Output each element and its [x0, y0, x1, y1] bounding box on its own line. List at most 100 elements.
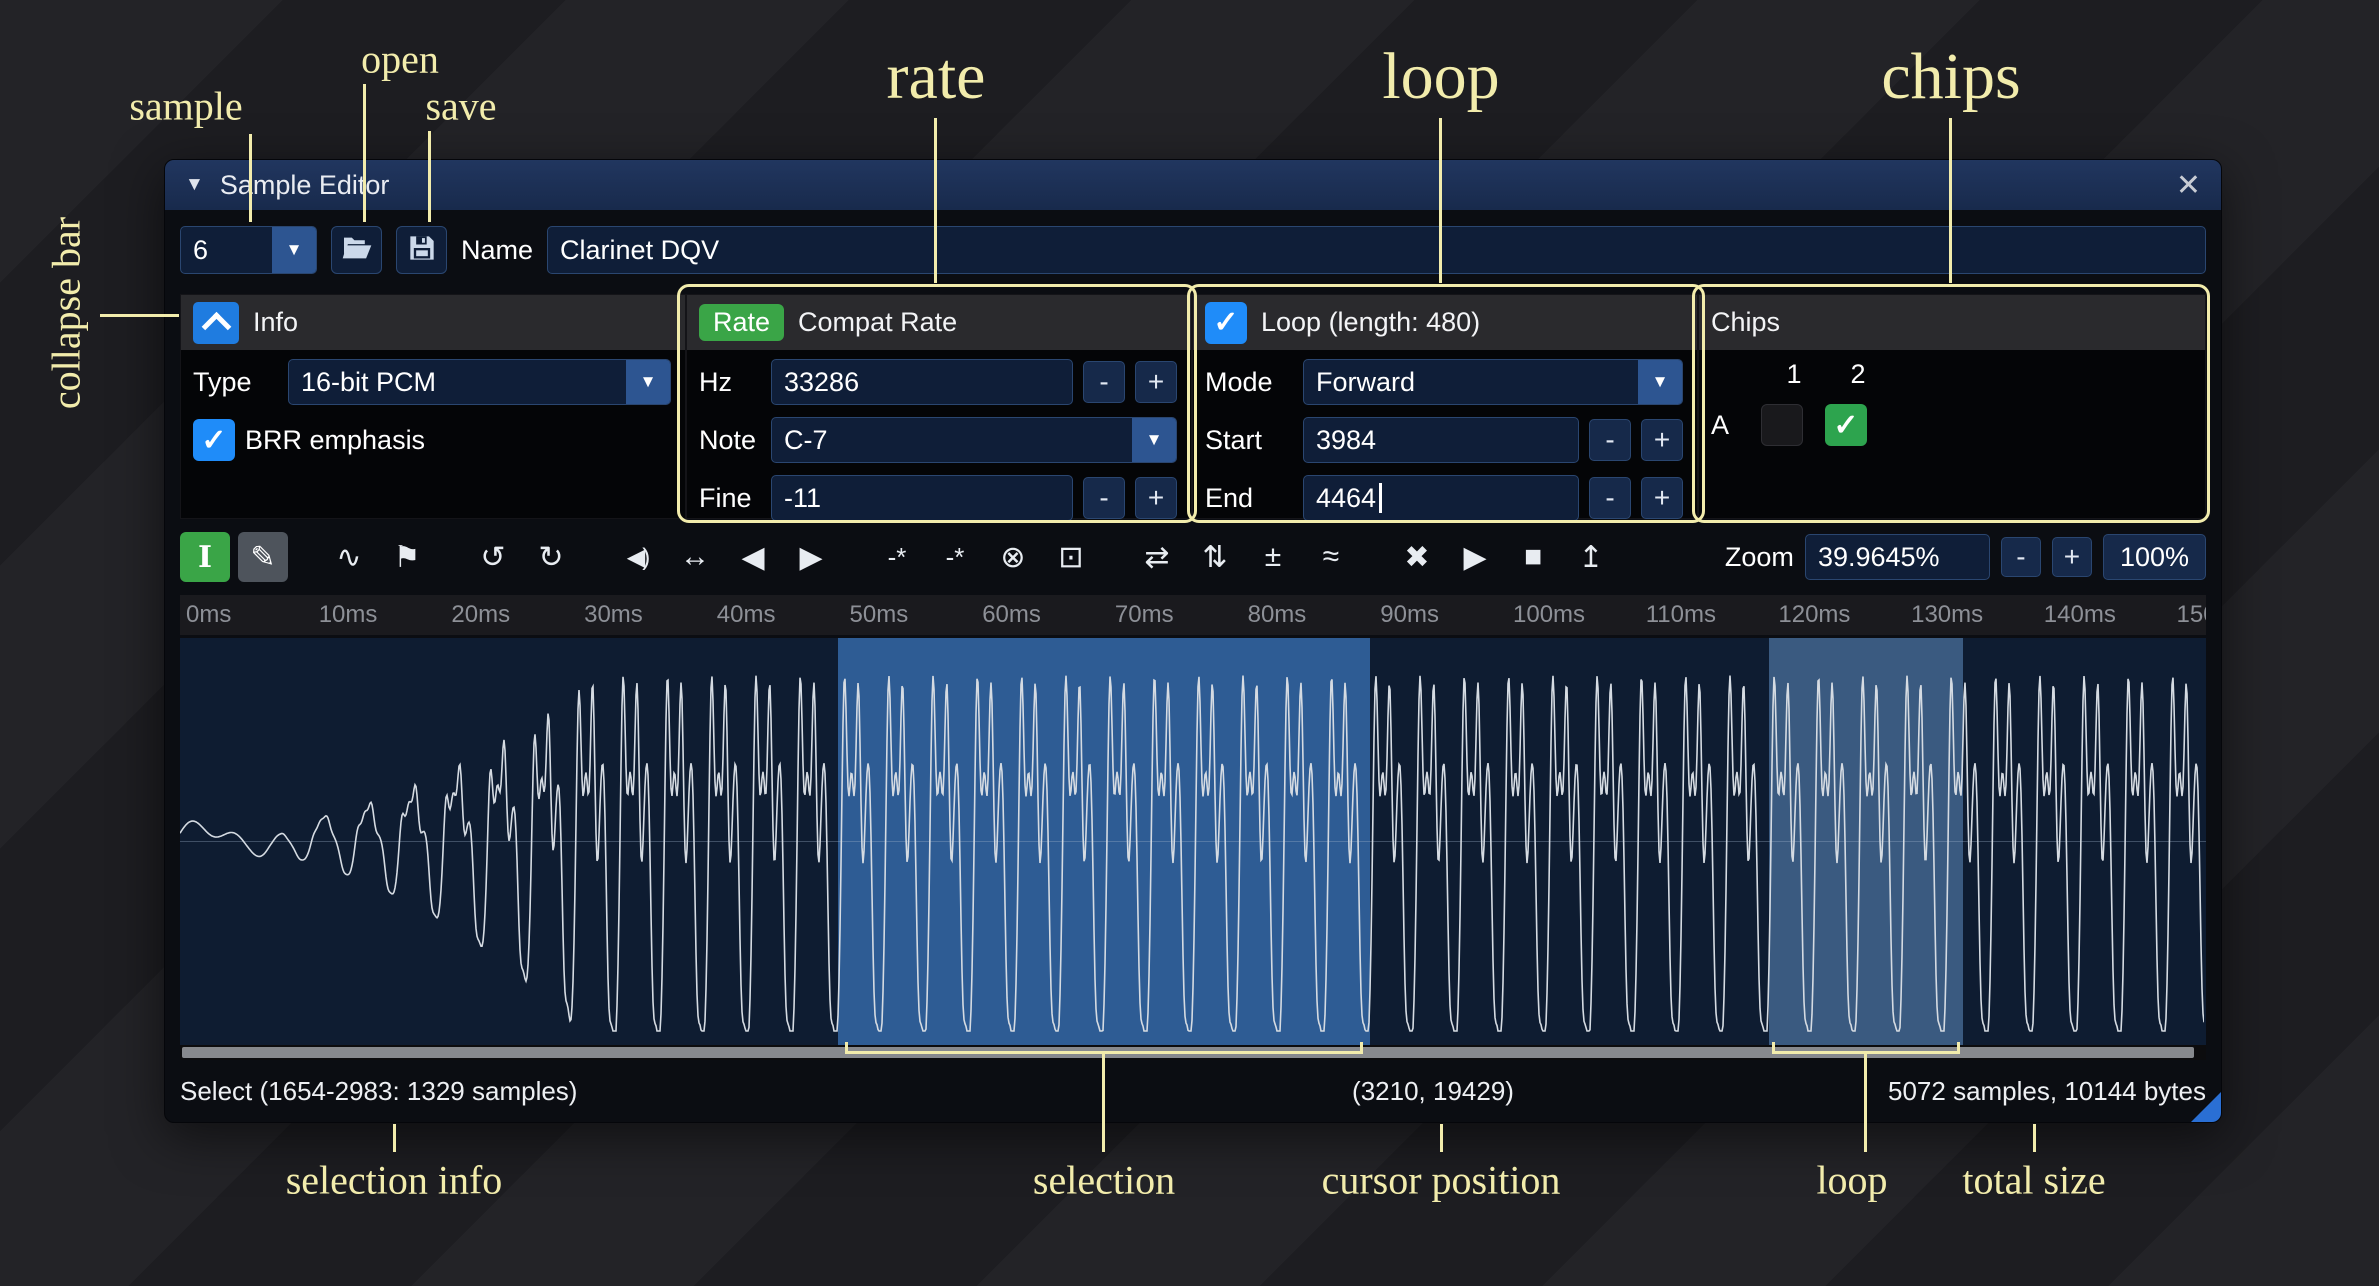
- crossfade-button[interactable]: ✖: [1392, 532, 1442, 582]
- sign-button[interactable]: ±: [1248, 532, 1298, 582]
- filter-button[interactable]: ≈: [1306, 532, 1356, 582]
- ruler-label: 40ms: [717, 601, 776, 629]
- annotation-open: open: [361, 36, 439, 83]
- sample-number-value: 6: [181, 235, 272, 266]
- titlebar[interactable]: ▼ Sample Editor ✕: [165, 160, 2221, 210]
- window-title: Sample Editor: [220, 170, 390, 201]
- resample-flag-icon: ⚑: [394, 540, 421, 575]
- fine-plus-button[interactable]: +: [1135, 477, 1177, 519]
- crossfade-icon: ✖: [1404, 540, 1429, 575]
- chip-a2-checkbox[interactable]: ✓: [1825, 404, 1867, 446]
- plus-minus-icon: ±: [1265, 540, 1281, 574]
- stop-button[interactable]: ■: [1508, 532, 1558, 582]
- selection-info-text: Select (1654-2983: 1329 samples): [180, 1076, 577, 1107]
- fade-in-button[interactable]: ◀: [728, 532, 778, 582]
- annotation-save: save: [425, 83, 496, 130]
- chevron-down-icon[interactable]: ▼: [626, 360, 670, 404]
- type-label: Type: [193, 367, 278, 398]
- loop-start-plus-button[interactable]: +: [1641, 419, 1683, 461]
- hz-minus-button[interactable]: -: [1083, 361, 1125, 403]
- brr-emphasis-checkbox[interactable]: ✓: [193, 419, 235, 461]
- delete-button[interactable]: ⊗: [988, 532, 1038, 582]
- loop-start-minus-button[interactable]: -: [1589, 419, 1631, 461]
- ruler-label: 120ms: [1778, 601, 1850, 629]
- normalize-button[interactable]: ↔: [670, 532, 720, 582]
- ruler-label: 110ms: [1646, 601, 1716, 629]
- fine-minus-button[interactable]: -: [1083, 477, 1125, 519]
- name-label: Name: [461, 235, 533, 266]
- amplify-button[interactable]: ◀): [612, 532, 662, 582]
- close-icon[interactable]: ✕: [2176, 168, 2201, 203]
- zoom-minus-button[interactable]: -: [2001, 537, 2041, 577]
- reverse-button[interactable]: ⇄: [1132, 532, 1182, 582]
- annotation-line-cursor-position: [1440, 1124, 1443, 1152]
- loop-start-input[interactable]: 3984: [1303, 417, 1579, 463]
- loop-end-plus-button[interactable]: +: [1641, 477, 1683, 519]
- redo-button[interactable]: ↻: [526, 532, 576, 582]
- insert-silence-button[interactable]: -*: [872, 532, 922, 582]
- zoom-reset-button[interactable]: 100%: [2103, 534, 2206, 580]
- crop-icon: ⊡: [1058, 540, 1083, 575]
- loop-mode-value: Forward: [1304, 367, 1638, 398]
- invert-button[interactable]: ⇅: [1190, 532, 1240, 582]
- fine-input[interactable]: -11: [771, 475, 1073, 521]
- arrows-icon: ↔: [680, 540, 710, 574]
- toolbar-buttons: I✎∿⚑↺↻◀)↔◀▶-*-*⊗⊡⇄⇅±≈✖▶■↥: [180, 532, 1624, 582]
- sample-name-input[interactable]: Clarinet DQV: [547, 226, 2206, 274]
- text-caret: [1379, 483, 1382, 513]
- sample-number-select[interactable]: 6 ▼: [180, 226, 317, 274]
- waveform-view[interactable]: [180, 638, 2206, 1045]
- zoom-plus-button[interactable]: +: [2052, 537, 2092, 577]
- hz-value: 33286: [784, 367, 859, 398]
- scrollbar-thumb[interactable]: [182, 1047, 2194, 1058]
- preview-button[interactable]: ▶: [1450, 532, 1500, 582]
- chip-a1-checkbox[interactable]: [1761, 404, 1803, 446]
- resize-button[interactable]: ∿: [324, 532, 374, 582]
- fade-out-button[interactable]: ▶: [786, 532, 836, 582]
- apply-silence-icon: -*: [946, 542, 965, 573]
- select-tool-button[interactable]: I: [180, 532, 230, 582]
- loop-panel: ✓ Loop (length: 480) Mode Forward ▼ Star…: [1192, 294, 1698, 519]
- annotation-loop-bottom: loop: [1816, 1157, 1887, 1204]
- type-select[interactable]: 16-bit PCM ▼: [288, 359, 671, 405]
- rate-badge[interactable]: Rate: [699, 304, 784, 341]
- window-collapse-icon[interactable]: ▼: [185, 174, 204, 196]
- trim-button[interactable]: ⊡: [1046, 532, 1096, 582]
- hz-plus-button[interactable]: +: [1135, 361, 1177, 403]
- upload-button[interactable]: ↥: [1566, 532, 1616, 582]
- folder-open-icon: [341, 235, 373, 266]
- chevron-down-icon[interactable]: ▼: [272, 227, 316, 273]
- chevron-down-icon[interactable]: ▼: [1132, 418, 1176, 462]
- annotation-total-size: total size: [1962, 1157, 2105, 1204]
- loop-end-minus-button[interactable]: -: [1589, 477, 1631, 519]
- annotation-rate: rate: [887, 39, 986, 115]
- zoom-input[interactable]: 39.9645%: [1805, 534, 1990, 580]
- filter-icon: ≈: [1323, 540, 1339, 574]
- draw-tool-button[interactable]: ✎: [238, 532, 288, 582]
- save-button[interactable]: [396, 226, 447, 274]
- reverse-icon: ⇄: [1144, 540, 1169, 575]
- hz-input[interactable]: 33286: [771, 359, 1073, 405]
- horizontal-scrollbar[interactable]: [180, 1045, 2206, 1060]
- loop-enable-checkbox[interactable]: ✓: [1205, 302, 1247, 344]
- chevron-down-icon[interactable]: ▼: [1638, 360, 1682, 404]
- ruler-label: 0ms: [186, 601, 231, 629]
- rate-panel-title: Compat Rate: [798, 307, 957, 338]
- pencil-icon: ✎: [250, 540, 275, 575]
- open-button[interactable]: [331, 226, 382, 274]
- annotation-loop: loop: [1382, 39, 1499, 115]
- ibeam-icon: I: [198, 540, 212, 575]
- undo-button[interactable]: ↺: [468, 532, 518, 582]
- ruler-label: 60ms: [982, 601, 1041, 629]
- note-value: C-7: [772, 425, 1132, 456]
- apply-silence-button[interactable]: -*: [930, 532, 980, 582]
- loop-end-input[interactable]: 4464: [1303, 475, 1579, 521]
- loop-mode-select[interactable]: Forward ▼: [1303, 359, 1683, 405]
- resample-button[interactable]: ⚑: [382, 532, 432, 582]
- rate-panel: Rate Compat Rate Hz 33286 - + Note C-7: [686, 294, 1192, 519]
- zoom-label: Zoom: [1725, 542, 1794, 573]
- note-select[interactable]: C-7 ▼: [771, 417, 1177, 463]
- resize-grip[interactable]: [2191, 1092, 2221, 1122]
- loop-end-label: End: [1205, 483, 1293, 514]
- collapse-info-button[interactable]: [193, 302, 239, 344]
